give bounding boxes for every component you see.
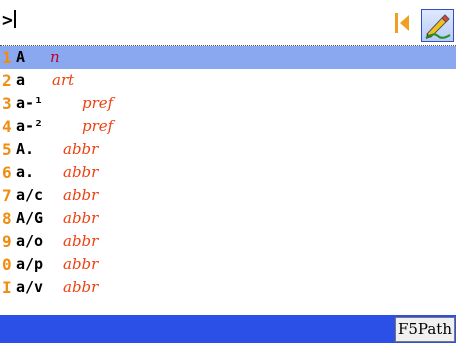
- headword: a/v: [16, 278, 44, 296]
- part-of-speech: abbr: [63, 232, 99, 250]
- item-number: 2: [2, 71, 12, 90]
- item-number: 6: [2, 163, 12, 182]
- item-number: 1: [2, 48, 12, 67]
- part-of-speech: abbr: [63, 209, 99, 227]
- headword: A.: [16, 140, 35, 158]
- list-item[interactable]: 7 a/c abbr: [0, 184, 456, 207]
- item-number: I: [2, 278, 12, 297]
- edit-pencil-icon: [425, 14, 451, 39]
- status-bar: [0, 315, 456, 343]
- list-item[interactable]: 9 a/o abbr: [0, 230, 456, 253]
- list-item[interactable]: 8 A/G abbr: [0, 207, 456, 230]
- list-item[interactable]: 6 a. abbr: [0, 161, 456, 184]
- item-number: 9: [2, 232, 12, 251]
- headword: a/p: [16, 255, 44, 273]
- item-number: 0: [2, 255, 12, 274]
- headword: a-¹: [16, 94, 44, 112]
- item-number: 3: [2, 94, 12, 113]
- part-of-speech: abbr: [63, 186, 99, 204]
- part-of-speech: pref: [82, 94, 114, 112]
- headword: A: [16, 48, 26, 66]
- first-page-icon[interactable]: [395, 13, 409, 33]
- headword: a/o: [16, 232, 44, 250]
- part-of-speech: abbr: [63, 163, 99, 181]
- results-list: 1 An 2 a art 3 a-¹ pref 4 a-² pref 5 A. abbr 6 a. abbr 7 a…: [0, 46, 456, 299]
- search-input[interactable]: >: [2, 10, 16, 31]
- part-of-speech: abbr: [63, 140, 99, 158]
- part-of-speech: art: [52, 71, 75, 89]
- prompt-symbol: >: [2, 10, 13, 31]
- list-item[interactable]: 2 a art: [0, 69, 456, 92]
- part-of-speech: pref: [82, 117, 114, 135]
- search-bar[interactable]: >: [0, 0, 456, 46]
- list-item[interactable]: 0 a/p abbr: [0, 253, 456, 276]
- item-number: 7: [2, 186, 12, 205]
- item-number: 5: [2, 140, 12, 159]
- part-of-speech: abbr: [63, 255, 99, 273]
- list-item[interactable]: 4 a-² pref: [0, 115, 456, 138]
- list-item[interactable]: 1An: [0, 46, 456, 69]
- headword: a.: [16, 163, 35, 181]
- part-of-speech: abbr: [63, 278, 99, 296]
- text-cursor: [13, 10, 16, 28]
- part-of-speech: n: [50, 48, 60, 66]
- list-item[interactable]: 5 A. abbr: [0, 138, 456, 161]
- edit-button[interactable]: [421, 9, 454, 42]
- headword: A/G: [16, 209, 44, 227]
- list-item[interactable]: Ia/v abbr: [0, 276, 456, 299]
- item-number: 8: [2, 209, 12, 228]
- headword: a: [16, 71, 26, 89]
- headword: a/c: [16, 186, 44, 204]
- f5-path-button[interactable]: F5Path: [395, 317, 455, 342]
- list-item[interactable]: 3 a-¹ pref: [0, 92, 456, 115]
- item-number: 4: [2, 117, 12, 136]
- headword: a-²: [16, 117, 44, 135]
